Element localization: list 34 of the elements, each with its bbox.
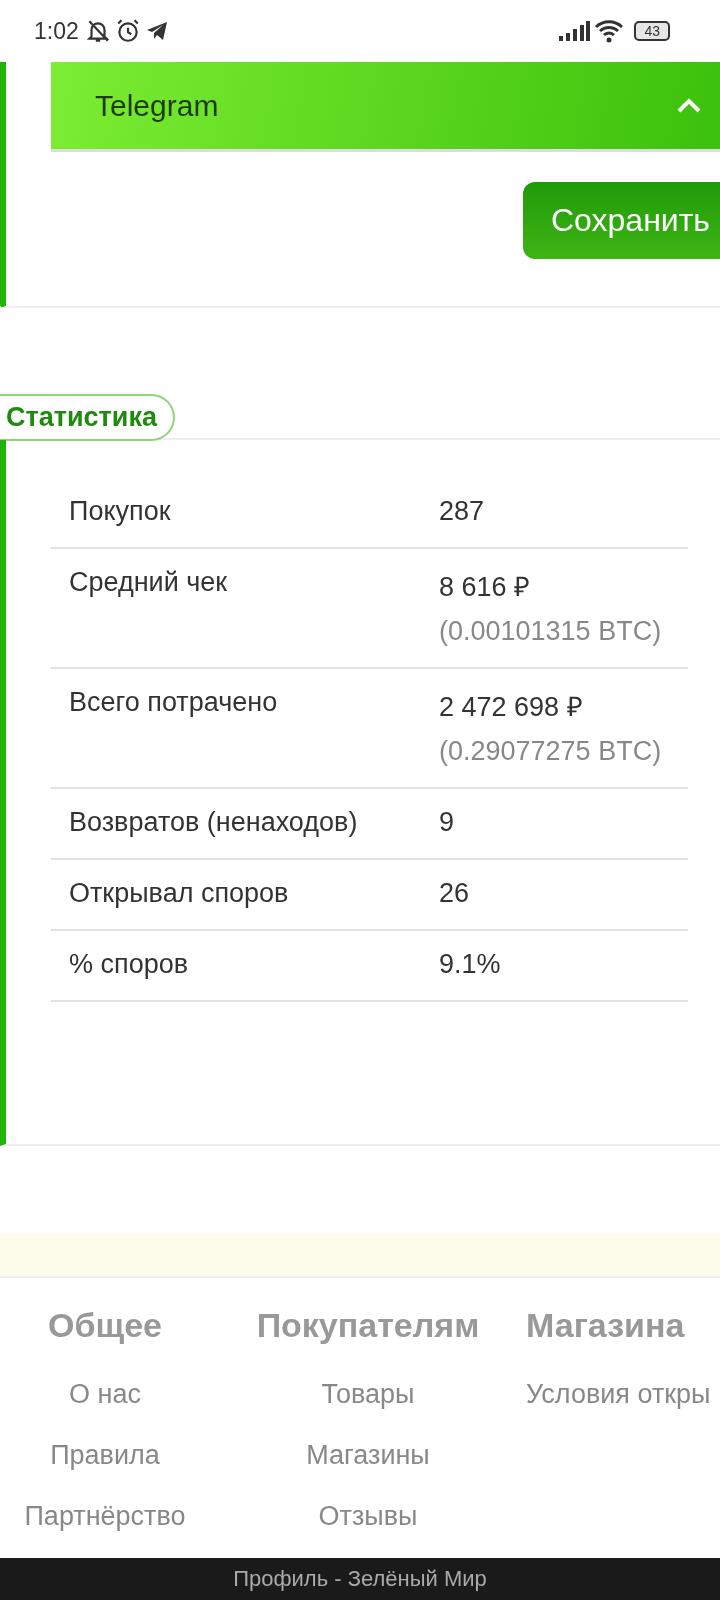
footer-link[interactable]: Условия откры [526,1379,711,1410]
footer-link[interactable]: Отзывы [318,1501,418,1532]
stat-label: % споров [69,949,190,980]
signal-icon [558,21,591,41]
footer-link[interactable]: Партнёрство [24,1501,186,1532]
stat-value: 2 472 698 ₽ [439,691,584,724]
footer-link[interactable]: О нас [69,1379,141,1410]
stat-label: Покупок [69,496,172,527]
stat-label: Средний чек [69,567,229,599]
stat-label: Всего потрачено [69,687,279,719]
footer-link[interactable]: Товары [321,1379,415,1410]
stat-value: 9 [439,807,455,838]
stat-value: 9.1% [439,949,501,980]
section-title: Telegram [95,88,219,123]
footer-link[interactable]: Магазины [306,1440,430,1471]
footer-heading: Покупателям [256,1306,480,1345]
page-title: Профиль - Зелёный Мир [233,1566,487,1592]
stat-label: Открывал споров [69,878,290,909]
stat-value: 26 [439,878,470,909]
btc-value: (0.00101315 BTC) [439,616,662,647]
muted-bell-icon [84,18,111,44]
accordion-header[interactable]: Telegram [51,62,720,152]
btc-value: (0.29077275 BTC) [439,736,662,767]
battery-icon: 43 [634,21,670,41]
footer-heading: Общее [48,1306,162,1345]
footer-heading: Магазина [526,1306,685,1345]
chevron-icon [676,97,702,114]
wifi-icon [594,19,625,43]
stat-value: 8 616 ₽ [439,571,532,604]
stat-label: Возвратов (ненаходов) [69,807,359,838]
footer-link[interactable]: Правила [50,1440,160,1471]
status-time: 1:02 [34,17,79,45]
save-button[interactable]: Сохранить [523,182,720,259]
stat-value: 287 [439,496,485,527]
